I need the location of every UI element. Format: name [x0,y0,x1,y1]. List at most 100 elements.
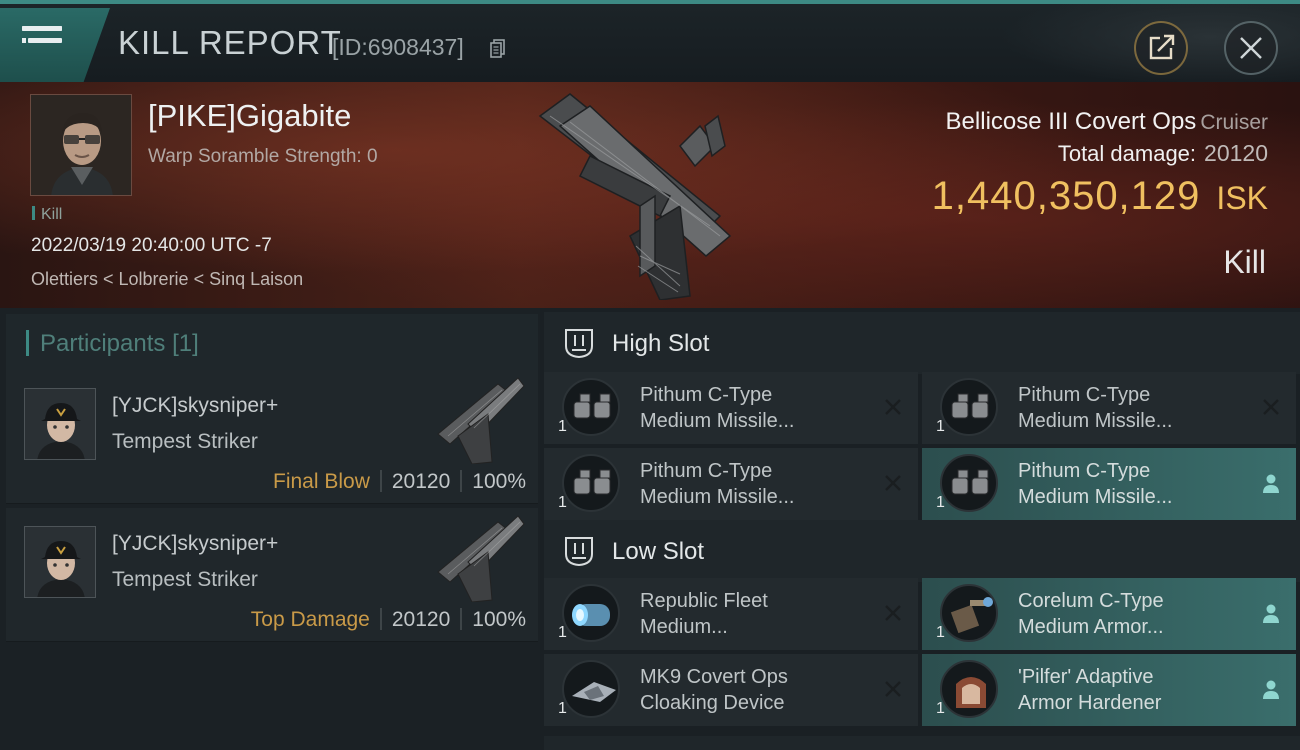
participant-avatar[interactable] [24,388,96,460]
low-slot-title: Low Slot [612,538,705,565]
victim-portrait [31,95,131,195]
module-item[interactable]: 1 Pithum C-Type Medium Missile... [544,448,918,520]
module-name: Pithum C-Type Medium Missile... [1018,460,1173,508]
module-quantity: 1 [558,494,567,511]
close-button[interactable] [1224,21,1278,75]
x-mark-icon [885,475,901,491]
participant-percent: 100% [472,470,526,493]
isk-unit: ISK [1216,180,1268,216]
next-slot-header-partial [544,736,1300,750]
participant-ship: Tempest Striker [112,430,258,453]
module-quantity: 1 [936,494,945,511]
hamburger-menu-icon[interactable] [22,26,62,56]
kill-result-label: Kill [1223,244,1266,280]
module-item[interactable]: 1 Republic Fleet Medium... [544,578,918,650]
module-item[interactable]: 1 Pithum C-Type Medium Missile... [922,448,1296,520]
x-mark-icon [885,605,901,621]
participant-name[interactable]: [YJCK]skysniper+ [112,394,278,418]
victim-avatar[interactable] [30,94,132,196]
kill-location[interactable]: Olettiers < Lolbrerie < Sinq Laison [31,269,303,290]
participant-portrait [25,389,95,459]
participant-stats: Final Blow 20120 100% [273,470,526,494]
total-damage: Total damage: 20120 [1058,140,1268,167]
high-slot-header: High Slot [544,312,1300,374]
participant-role: Final Blow [273,470,370,493]
share-icon [1149,34,1175,60]
participant-portrait [25,527,95,597]
participant-ship-image [437,377,525,464]
victim-name[interactable]: [PIKE]Gigabite [148,98,351,134]
ship-name: Bellicose III Covert Ops [945,108,1197,135]
module-name: 'Pilfer' Adaptive Armor Hardener [1018,666,1162,714]
module-quantity: 1 [936,624,945,641]
low-slot-header: Low Slot [544,520,1300,582]
x-mark-icon [885,399,901,415]
isk-value-row: 1,440,350,129 ISK [932,174,1268,219]
kill-tag: Kill [32,206,62,224]
participant-card[interactable]: [YJCK]skysniper+ Tempest Striker Top Dam… [6,508,538,642]
module-quantity: 1 [558,624,567,641]
participants-title-text: Participants [40,330,166,357]
person-icon [1263,680,1279,699]
module-name: Republic Fleet Medium... [640,590,768,638]
warp-scramble-strength: Warp Soramble Strength: 0 [148,146,378,167]
armor-hardener-icon [940,660,998,718]
participant-damage: 20120 [391,470,451,493]
module-item[interactable]: 1 'Pilfer' Adaptive Armor Hardener [922,654,1296,726]
victim-banner: [PIKE]Gigabite Warp Soramble Strength: 0… [0,82,1300,308]
module-item[interactable]: 1 Corelum C-Type Medium Armor... [922,578,1296,650]
total-damage-value: 20120 [1204,140,1268,166]
person-icon [1263,604,1279,623]
slot-icon [565,537,593,567]
victim-ship-image [538,93,732,300]
ship-class: Cruiser [1200,111,1268,134]
module-quantity: 1 [558,418,567,435]
missile-launcher-icon [940,378,998,436]
module-item[interactable]: 1 MK9 Covert Ops Cloaking Device [544,654,918,726]
close-icon [1240,37,1262,59]
slot-icon [565,329,593,359]
participants-accent-bar [26,330,29,356]
module-name: Corelum C-Type Medium Armor... [1018,590,1164,638]
x-mark-icon [1263,399,1279,415]
fitting-panel: High Slot 1 Pithum C-Type Medium Missile.… [540,308,1300,750]
page-title: KILL REPORT [118,24,342,61]
module-name: Pithum C-Type Medium Missile... [640,460,795,508]
missile-launcher-icon [562,454,620,512]
module-quantity: 1 [936,700,945,717]
module-item[interactable]: 1 Pithum C-Type Medium Missile... [922,372,1296,444]
participant-ship: Tempest Striker [112,568,258,591]
person-icon [1263,474,1279,493]
share-button[interactable] [1134,21,1188,75]
module-quantity: 1 [558,700,567,717]
participants-title: Participants [1] [40,330,199,358]
participants-panel: Participants [1] [YJCK]skysniper+ Tempes… [0,308,540,750]
isk-value: 1,440,350,129 [931,174,1201,218]
module-name: Pithum C-Type Medium Missile... [1018,384,1173,432]
module-quantity: 1 [936,418,945,435]
participant-damage: 20120 [391,608,451,631]
participants-header: Participants [1] [6,314,538,370]
victim-ship-type[interactable]: Bellicose III Covert Ops Cruiser [946,108,1268,136]
module-name: Pithum C-Type Medium Missile... [640,384,795,432]
header-bar: KILL REPORT [ID:6908437] [0,0,1300,86]
participant-percent: 100% [472,608,526,631]
x-mark-icon [885,681,901,697]
participant-role: Top Damage [250,608,370,631]
participant-name[interactable]: [YJCK]skysniper+ [112,532,278,556]
cloaking-device-icon [562,660,620,718]
high-slot-title: High Slot [612,330,710,357]
missile-launcher-icon [940,454,998,512]
kill-datetime: 2022/03/19 20:40:00 UTC -7 [31,235,272,256]
missile-launcher-icon [562,378,620,436]
participants-count: [1] [172,330,199,357]
participant-stats: Top Damage 20120 100% [251,608,526,632]
participant-card[interactable]: [YJCK]skysniper+ Tempest Striker Final B… [6,370,538,504]
kill-id: [ID:6908437] [332,34,464,60]
shield-booster-icon [562,584,620,642]
participant-ship-image [437,515,525,602]
armor-repairer-icon [940,584,998,642]
participant-avatar[interactable] [24,526,96,598]
copy-icon[interactable] [490,39,506,59]
module-item[interactable]: 1 Pithum C-Type Medium Missile... [544,372,918,444]
